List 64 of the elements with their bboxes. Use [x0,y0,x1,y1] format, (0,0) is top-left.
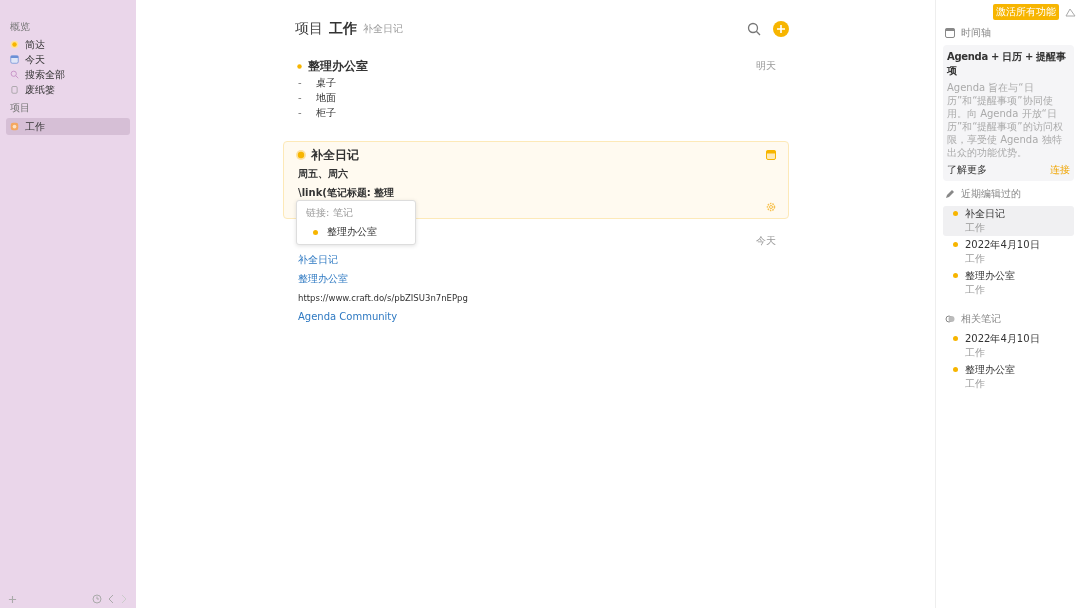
recent-note[interactable]: 整理办公室 工作 [943,268,1074,298]
dot-icon [313,229,318,235]
dot-icon [953,367,958,372]
project-title: 工作 [329,20,357,38]
pencil-icon [945,189,955,199]
popup-item[interactable]: 整理办公室 [297,224,415,240]
bullet-text: 地面 [315,90,336,105]
add-icon[interactable] [8,594,17,604]
note-dot-icon [296,62,303,70]
note-text: \link(笔记标题: 整理 [298,185,395,200]
section-heading: 时间轴 [961,26,991,40]
back-icon[interactable] [107,594,115,604]
sun-icon [10,40,19,49]
gear-icon[interactable] [766,202,776,212]
note-text: 周五、周六 [298,166,348,181]
section-heading: 概览 [10,20,31,34]
card-title: Agenda + 日历 + 提醒事项 [947,50,1067,78]
note-title: 整理办公室 [308,57,368,75]
dot-icon [953,273,958,278]
recent-note[interactable]: 2022年4月10日 工作 [943,237,1074,267]
link-icon [945,314,955,324]
calendar-icon[interactable] [766,150,776,160]
note-link[interactable]: 整理办公室 [298,271,348,286]
dot-icon [953,336,958,341]
calendar-icon [10,55,19,64]
bullet-mark: - [298,107,302,118]
bullet-text: 柜子 [315,105,336,120]
sidebar-item[interactable]: 搜索全部 [6,67,130,82]
section-heading: 相关笔记 [961,312,1001,326]
bullet-mark: - [298,92,302,103]
sidebar-item[interactable]: 今天 [6,52,130,67]
header-subtitle: 补全日记 [363,22,403,36]
search-icon [10,70,19,79]
calendar-icon [945,28,955,38]
card-body: Agenda 旨在与“日历”和“提醒事项”协同使用。向 Agenda 开放“日历”和“提醒事项”的访问权限，享受使 Agenda 独特出众的功能优势。 [947,81,1064,159]
dot-icon [953,211,958,216]
dot-icon [953,242,958,247]
popup-heading: 链接: 笔记 [305,206,354,220]
sidebar-item[interactable]: 废纸篓 [6,82,130,97]
note-link[interactable]: 补全日记 [298,252,338,267]
section-heading: 项目 [10,101,31,115]
learn-more-link[interactable]: 了解更多 [947,163,987,177]
related-note[interactable]: 2022年4月10日 工作 [943,331,1074,361]
add-button[interactable] [773,21,789,37]
header-label: 项目 [295,20,323,38]
warning-icon[interactable] [1065,7,1076,17]
sidebar-item[interactable]: 简达 [6,37,130,52]
section-heading: 近期编辑过的 [961,187,1021,201]
clock-icon[interactable] [92,594,102,604]
project-icon [10,122,19,131]
bullet-mark: - [298,77,302,88]
bullet-text: 桌子 [315,75,336,90]
sidebar-item[interactable]: 工作 [6,118,130,135]
note-date: 明天 [756,59,776,73]
forward-icon[interactable] [120,594,128,604]
recent-note[interactable]: 补全日记 工作 [943,206,1074,236]
search-icon[interactable] [747,22,761,36]
trash-icon [10,85,19,94]
note-date: 今天 [756,234,776,248]
related-note[interactable]: 整理办公室 工作 [943,362,1074,392]
note-title: 补全日记 [311,146,359,164]
note-text: https://www.craft.do/s/pbZISU3n7nEPpg [298,292,468,303]
note-link[interactable]: Agenda Community [298,311,398,322]
note-dot-icon [296,150,306,160]
